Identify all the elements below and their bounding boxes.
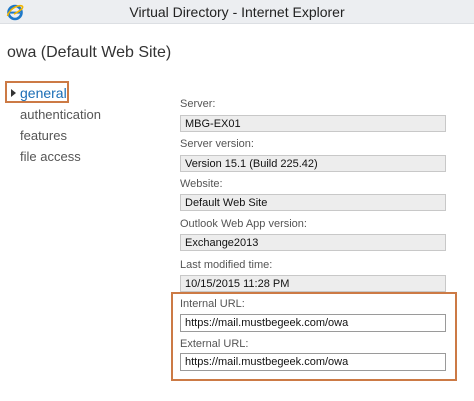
- nav-item-file-access[interactable]: file access: [20, 149, 81, 164]
- server-version-label: Server version:: [180, 138, 254, 150]
- window-title: Virtual Directory - Internet Explorer: [129, 4, 345, 20]
- server-label: Server:: [180, 98, 216, 110]
- server-field: MBG-EX01: [180, 115, 446, 132]
- server-version-field: Version 15.1 (Build 225.42): [180, 155, 446, 172]
- url-highlight-box: [171, 292, 457, 381]
- title-bar: Virtual Directory - Internet Explorer: [0, 0, 474, 24]
- nav-item-features[interactable]: features: [20, 128, 67, 143]
- website-label: Website:: [180, 178, 223, 190]
- last-modified-field: 10/15/2015 11:28 PM: [180, 275, 446, 292]
- owa-version-field: Exchange2013: [180, 234, 446, 251]
- nav-item-authentication[interactable]: authentication: [20, 107, 101, 122]
- vertical-scrollbar[interactable]: [462, 24, 474, 401]
- page-title: owa (Default Web Site): [7, 44, 172, 61]
- last-modified-label: Last modified time:: [180, 259, 273, 271]
- nav-highlight-box: [5, 81, 69, 103]
- owa-version-label: Outlook Web App version:: [180, 218, 307, 230]
- website-field: Default Web Site: [180, 194, 446, 211]
